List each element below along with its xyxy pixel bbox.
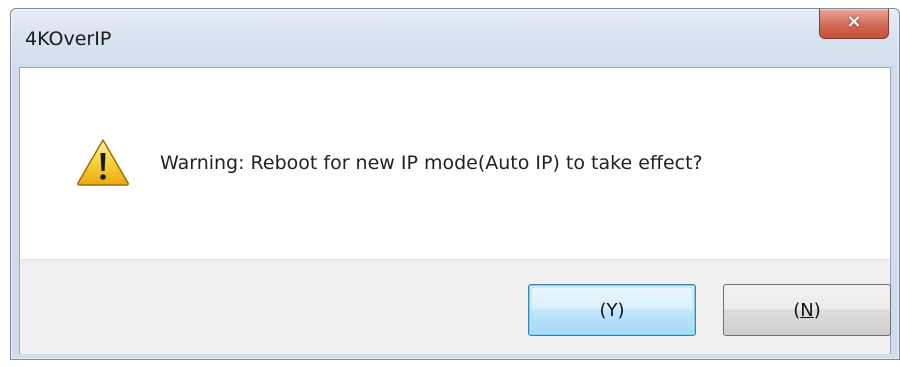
warning-icon — [77, 139, 129, 186]
close-icon: × — [846, 11, 862, 32]
warning-message: Warning: Reboot for new IP mode(Auto IP)… — [160, 152, 703, 174]
no-button-access-key: N — [800, 300, 814, 321]
yes-button-label: (Y) — [599, 300, 625, 321]
dialog-body: Warning: Reboot for new IP mode(Auto IP)… — [19, 67, 891, 354]
no-button[interactable]: (N) — [723, 284, 891, 336]
yes-button[interactable]: (Y) — [528, 284, 696, 336]
window-title: 4KOverIP — [25, 28, 112, 50]
message-area: Warning: Reboot for new IP mode(Auto IP)… — [20, 68, 890, 259]
dialog-window: 4KOverIP × Warning: Reboot for new IP mo… — [10, 8, 900, 360]
no-button-label-suffix: ) — [813, 300, 821, 321]
title-bar[interactable]: 4KOverIP × — [11, 9, 899, 71]
button-bar: (Y) (N) — [20, 259, 891, 354]
close-button[interactable]: × — [819, 9, 889, 39]
